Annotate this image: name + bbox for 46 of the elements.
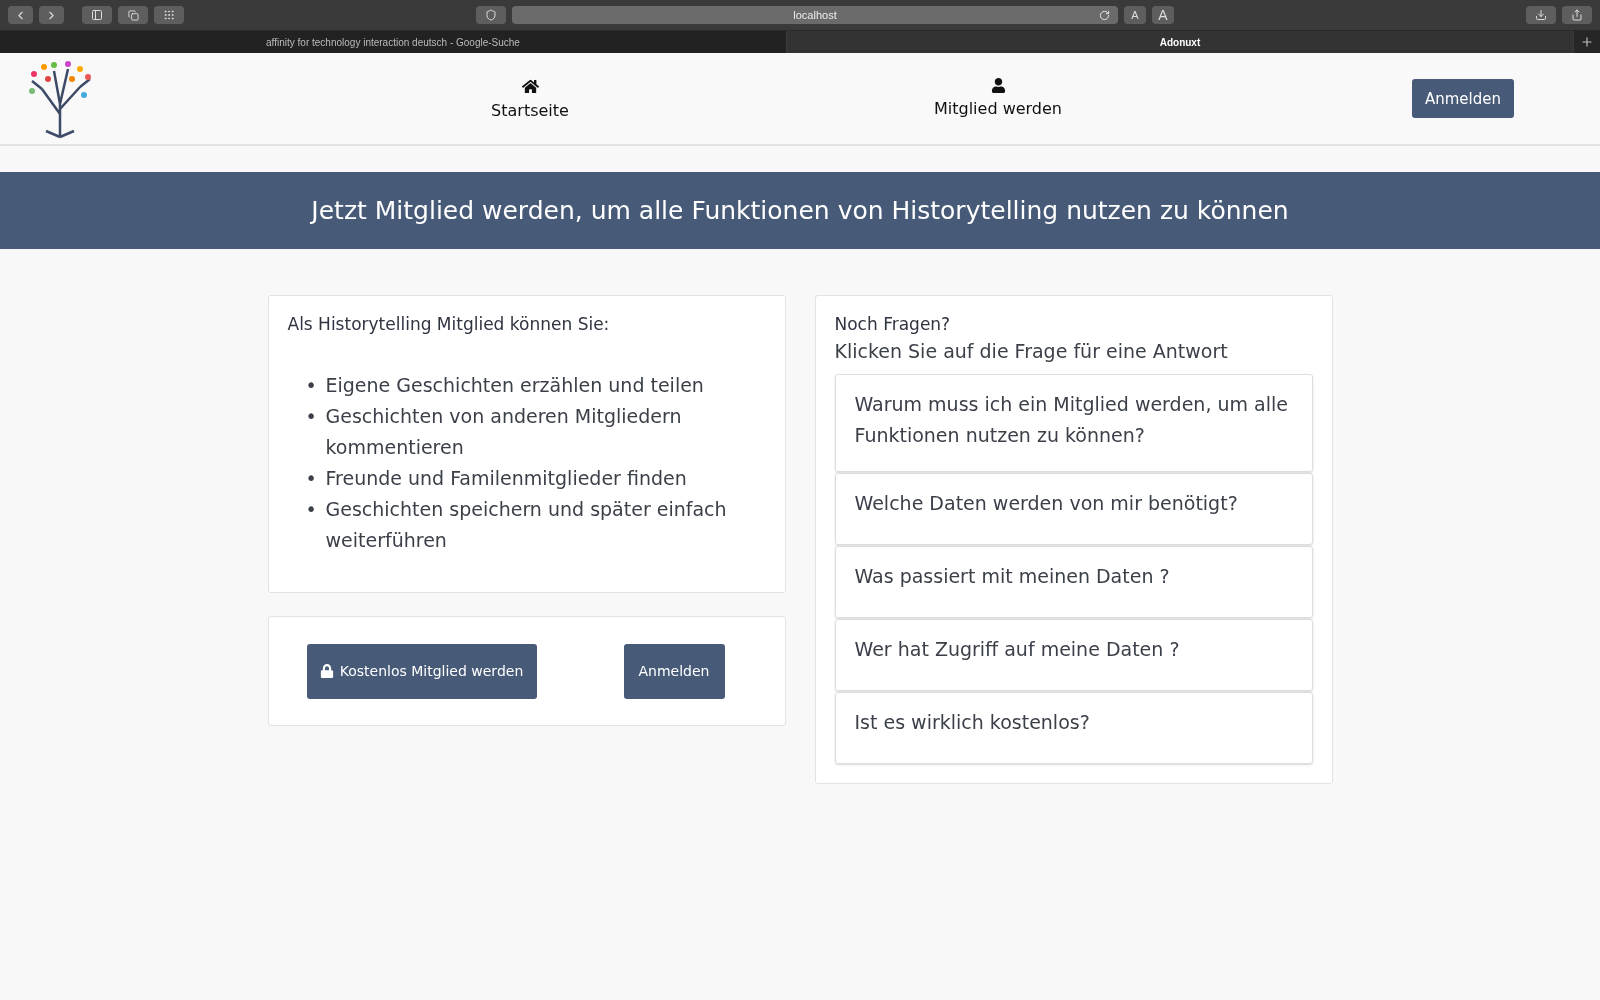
faq-question[interactable]: Warum muss ich ein Mitglied werden, um alle Funktionen nutzen zu können? xyxy=(834,374,1313,472)
sidebar-button[interactable] xyxy=(82,6,112,24)
bullet: • xyxy=(305,404,314,429)
user-icon xyxy=(990,77,1006,93)
sidebar-icon xyxy=(91,9,103,21)
forward-button[interactable] xyxy=(39,6,64,24)
browser-tab[interactable]: affinity for technology interaction deutsch - Google-Suche xyxy=(0,31,787,53)
address-bar[interactable]: localhost xyxy=(512,6,1118,24)
text-size-button[interactable]: A xyxy=(1124,6,1146,24)
share-button[interactable] xyxy=(1562,6,1592,24)
faq-question[interactable]: Ist es wirklich kostenlos? xyxy=(834,692,1313,764)
benefit-item: Geschichten speichern und später einfach weiterführen xyxy=(325,497,728,553)
register-button[interactable]: Kostenlos Mitglied werden xyxy=(306,643,537,699)
login-button[interactable]: Anmelden xyxy=(1412,79,1514,118)
benefit-item: Eigene Geschichten erzählen und teilen xyxy=(325,373,704,398)
faq-question[interactable]: Wer hat Zugriff auf meine Daten ? xyxy=(834,619,1313,691)
faq-question[interactable]: Welche Daten werden von mir benötigt? xyxy=(834,473,1313,545)
shield-icon xyxy=(485,9,497,21)
banner: Jetzt Mitglied werden, um alle Funktionen von Historytelling nutzen zu können xyxy=(0,172,1600,249)
benefit-item: Geschichten von anderen Mitgliedern kommentieren xyxy=(325,404,683,460)
reload-icon[interactable] xyxy=(1099,10,1110,21)
login-button[interactable]: Anmelden xyxy=(623,643,725,699)
lock-icon xyxy=(319,664,334,678)
browser-tab[interactable]: Adonuxt xyxy=(787,31,1574,53)
squares-icon xyxy=(127,9,139,21)
download-button[interactable] xyxy=(1526,6,1556,24)
shield-button[interactable] xyxy=(476,6,506,24)
bullet: • xyxy=(305,466,314,491)
grid-icon xyxy=(163,9,175,21)
back-button[interactable] xyxy=(8,6,33,24)
home-icon xyxy=(521,77,539,95)
grid-button[interactable] xyxy=(154,6,184,24)
download-icon xyxy=(1535,9,1547,21)
bullet: • xyxy=(305,497,314,522)
share-icon xyxy=(1571,9,1583,21)
new-tab-icon[interactable] xyxy=(1580,35,1594,49)
faq-subtitle: Klicken Sie auf die Frage für eine Antwort xyxy=(834,340,1229,362)
card-title: Noch Fragen? xyxy=(834,314,952,334)
benefit-item: Freunde und Familenmitglieder finden xyxy=(325,466,687,491)
text-size-button[interactable]: A xyxy=(1152,6,1174,24)
bullet: • xyxy=(305,373,314,398)
nav-link[interactable]: Mitglied werden xyxy=(764,77,1232,120)
tabs-overview-button[interactable] xyxy=(118,6,148,24)
nav-link[interactable]: Startseite xyxy=(296,77,764,120)
card-title: Als Historytelling Mitglied können Sie: xyxy=(287,314,611,334)
faq-question[interactable]: Was passiert mit meinen Daten ? xyxy=(834,546,1313,618)
